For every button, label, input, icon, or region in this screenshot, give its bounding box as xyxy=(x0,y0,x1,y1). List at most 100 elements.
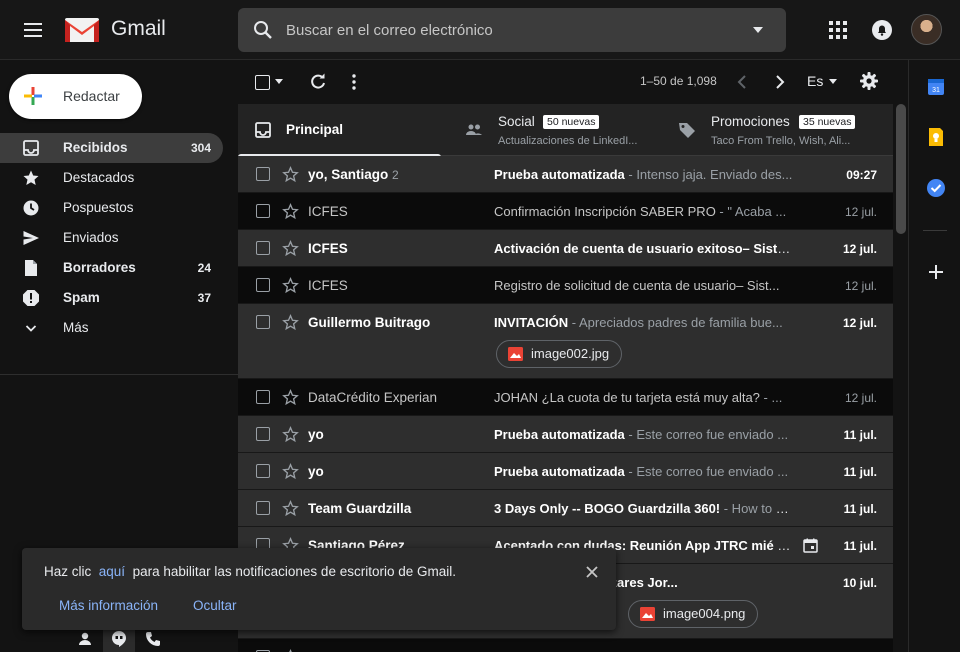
main-menu-icon[interactable] xyxy=(20,18,46,42)
sidebar-item-drafts[interactable]: Borradores 24 xyxy=(0,253,223,283)
search-icon[interactable] xyxy=(252,19,274,41)
email-row[interactable]: Team Guardzilla 3 Days Only -- BOGO Guard… xyxy=(238,490,893,527)
select-options-chevron-icon[interactable] xyxy=(275,79,283,85)
star-icon[interactable] xyxy=(282,463,299,480)
gmail-logo-icon[interactable] xyxy=(64,16,100,44)
compose-button[interactable]: Redactar xyxy=(9,74,142,119)
attachment-chip[interactable]: image002.jpg xyxy=(496,340,623,368)
select-all-checkbox[interactable] xyxy=(255,75,270,90)
list-toolbar: 1–50 de 1,098 Es xyxy=(238,60,908,104)
email-date: 12 jul. xyxy=(842,242,877,256)
settings-gear-icon[interactable] xyxy=(860,72,878,90)
hangouts-chat-icon[interactable] xyxy=(110,630,128,648)
subject-text: Prueba automatizada xyxy=(494,427,625,442)
desktop-notifications-toast: Haz clic aquí para habilitar las notific… xyxy=(22,548,616,630)
email-date: 12 jul. xyxy=(842,316,877,330)
row-checkbox[interactable] xyxy=(256,390,270,404)
star-icon[interactable] xyxy=(282,240,299,257)
refresh-icon[interactable] xyxy=(309,73,327,91)
star-icon[interactable] xyxy=(282,277,299,294)
email-row[interactable]: ICFES Confirmación Inscripción SABER PRO … xyxy=(238,193,893,230)
sidebar-item-count: 304 xyxy=(190,141,211,155)
sidebar-item-inbox[interactable]: Recibidos 304 xyxy=(0,133,223,163)
star-icon[interactable] xyxy=(282,203,299,220)
sidebar-item-starred[interactable]: Destacados xyxy=(0,163,223,193)
phone-icon[interactable] xyxy=(144,630,162,648)
more-info-button[interactable]: Más información xyxy=(59,598,158,613)
sidebar-item-spam[interactable]: Spam 37 xyxy=(0,283,223,313)
sidebar-item-snoozed[interactable]: Pospuestos xyxy=(0,193,223,223)
previous-page-icon[interactable] xyxy=(736,74,748,90)
sidebar-item-sent[interactable]: Enviados xyxy=(0,223,223,253)
row-checkbox[interactable] xyxy=(256,167,270,181)
email-date: 11 jul. xyxy=(843,539,877,553)
row-checkbox[interactable] xyxy=(256,204,270,218)
attachment-chip[interactable]: image004.png xyxy=(628,600,759,628)
star-icon[interactable] xyxy=(282,389,299,406)
email-sender: Guillermo Buitrago xyxy=(308,315,478,330)
search-options-chevron-icon[interactable] xyxy=(752,25,764,35)
row-checkbox[interactable] xyxy=(256,241,270,255)
sidebar-item-label: Borradores xyxy=(63,260,136,275)
sidebar-item-count: 24 xyxy=(197,261,211,275)
row-checkbox[interactable] xyxy=(256,278,270,292)
email-row[interactable]: yo Prueba automatizada - Este correo fue … xyxy=(238,453,893,490)
email-date: 09:27 xyxy=(846,168,877,182)
star-icon[interactable] xyxy=(282,426,299,443)
account-avatar[interactable] xyxy=(911,14,942,45)
email-row[interactable]: ICFES Registro de solicitud de cuenta de … xyxy=(238,267,893,304)
input-language-selector[interactable]: Es xyxy=(807,73,823,89)
search-bar[interactable] xyxy=(238,8,786,52)
notifications-bell-icon[interactable] xyxy=(871,19,893,41)
calendar-event-icon[interactable] xyxy=(803,538,818,553)
add-addon-icon[interactable] xyxy=(926,262,946,282)
top-bar: Gmail xyxy=(0,0,960,60)
row-checkbox[interactable] xyxy=(256,501,270,515)
email-date: 12 jul. xyxy=(844,279,877,293)
sidebar-divider xyxy=(0,374,238,375)
sidebar-item-more[interactable]: Más xyxy=(0,313,223,343)
close-icon[interactable] xyxy=(584,564,600,580)
compose-plus-icon xyxy=(21,84,45,108)
search-input[interactable] xyxy=(286,8,726,52)
email-row[interactable] xyxy=(238,639,893,652)
email-date: 10 jul. xyxy=(842,576,877,590)
scrollbar-thumb[interactable] xyxy=(896,104,906,234)
keep-addon-icon[interactable] xyxy=(926,127,946,147)
apps-grid-icon[interactable] xyxy=(829,21,847,39)
attachment-name: image002.jpg xyxy=(531,346,610,361)
more-options-icon[interactable] xyxy=(351,73,357,91)
pagination-range: 1–50 de 1,098 xyxy=(640,74,717,88)
row-checkbox[interactable] xyxy=(256,464,270,478)
email-row[interactable]: yo Prueba automatizada - Este correo fue … xyxy=(238,416,893,453)
tab-subtitle: Taco From Trello, Wish, Ali... xyxy=(711,135,851,147)
next-page-icon[interactable] xyxy=(774,74,786,90)
tag-icon xyxy=(678,121,696,139)
image-file-icon xyxy=(640,607,655,621)
email-snippet: - Apreciados padres de familia bue... xyxy=(568,315,783,330)
language-chevron-icon[interactable] xyxy=(829,79,837,85)
row-checkbox[interactable] xyxy=(256,315,270,329)
tab-subtitle: Actualizaciones de LinkedI... xyxy=(498,135,638,147)
star-icon[interactable] xyxy=(282,314,299,331)
star-icon[interactable] xyxy=(282,500,299,517)
enable-notifications-link[interactable]: aquí xyxy=(99,564,125,579)
email-row[interactable]: ICFES Activación de cuenta de usuario exi… xyxy=(238,230,893,267)
email-row[interactable]: Guillermo Buitrago INVITACIÓN - Apreciado… xyxy=(238,304,893,379)
person-icon[interactable] xyxy=(76,630,94,648)
star-icon[interactable] xyxy=(282,166,299,183)
tab-social[interactable]: Social 50 nuevas Actualizaciones de Link… xyxy=(451,104,666,156)
tasks-addon-icon[interactable] xyxy=(926,178,946,198)
side-panel-divider xyxy=(923,230,947,231)
calendar-addon-icon[interactable]: 31 xyxy=(926,77,946,97)
email-row[interactable]: DataCrédito Experian JOHAN ¿La cuota de t… xyxy=(238,379,893,416)
row-checkbox[interactable] xyxy=(256,427,270,441)
email-row[interactable]: yo, Santiago 2 Prueba automatizada - Inte… xyxy=(238,156,893,193)
sender-name: ICFES xyxy=(308,204,348,219)
email-snippet: - Este correo fue enviado ... xyxy=(624,427,789,442)
hide-button[interactable]: Ocultar xyxy=(193,598,237,613)
email-snippet: - ... xyxy=(759,390,783,405)
tab-promotions[interactable]: Promociones 35 nuevas Taco From Trello, … xyxy=(675,104,890,156)
tab-primary[interactable]: Principal xyxy=(238,104,441,157)
sidebar-item-label: Recibidos xyxy=(63,140,128,155)
